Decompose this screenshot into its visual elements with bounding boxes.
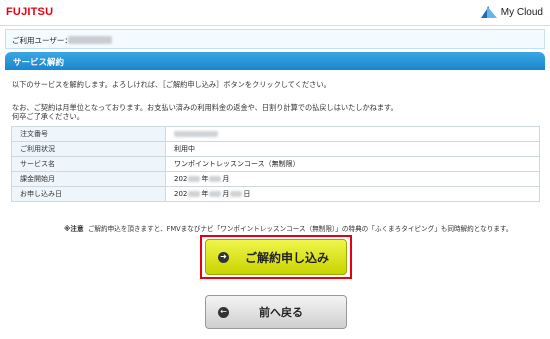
apply-year-unit: 年 [201, 190, 209, 198]
status-label: ご利用状況 [11, 141, 166, 157]
billing-start-label: 課金開始月 [11, 171, 166, 187]
user-bar: ご利用ユーザー： [5, 29, 545, 49]
my-cloud-icon [480, 6, 497, 18]
section-title: サービス解約 [13, 58, 65, 68]
back-button-label: 前へ戻る [259, 306, 303, 319]
arrow-right-icon: ➜ [218, 251, 229, 263]
apply-button-label: ご解約申し込み [245, 250, 330, 265]
billing-start-month-unit: 月 [222, 175, 230, 183]
user-label: ご利用ユーザー： [12, 36, 72, 45]
intro-line-3: 何卒ご了承ください。 [12, 112, 84, 121]
my-cloud-logo[interactable]: My Cloud [480, 6, 543, 18]
apply-year-digit-redacted [188, 191, 201, 197]
apply-date-label: お申し込み日 [11, 186, 166, 202]
table-row: お申し込み日 202 年 月 日 [11, 186, 540, 202]
cancellation-note: ※注意 ご解約申込を頂きますと、FMVまなびナビ「ワンポイントレッスンコース（無… [64, 223, 512, 233]
apply-day-redacted [230, 191, 243, 197]
billing-start-value: 202 年 月 [165, 171, 540, 187]
service-name-label: サービス名 [11, 156, 166, 172]
arrow-left-icon: ← [218, 306, 229, 318]
billing-month-redacted [209, 176, 222, 182]
billing-start-year-unit: 年 [201, 175, 209, 183]
user-name-redacted [68, 36, 112, 44]
service-name-value: ワンポイントレッスンコース（無制限） [165, 156, 540, 172]
status-value: 利用中 [165, 141, 540, 157]
billing-year-digit-redacted [188, 176, 201, 182]
section-header: サービス解約 [5, 52, 545, 70]
top-bar: FUJITSU My Cloud [0, 0, 550, 26]
subscription-details-table: 注文番号 ご利用状況 利用中 サービス名 ワンポイントレッスンコース（無制限） … [11, 126, 540, 202]
table-row: サービス名 ワンポイントレッスンコース（無制限） [11, 156, 540, 172]
note-prefix: ※注意 [64, 225, 84, 233]
table-row: 注文番号 [11, 126, 540, 142]
note-text: ご解約申込を頂きますと、FMVまなびナビ「ワンポイントレッスンコース（無制限）」… [87, 225, 513, 233]
table-row: 課金開始月 202 年 月 [11, 171, 540, 187]
apply-month-redacted [209, 191, 222, 197]
intro-line-1: 以下のサービスを解約します。よろしければ、［ご解約申し込み］ボタンをクリックして… [12, 80, 331, 89]
apply-day-unit: 日 [243, 190, 251, 198]
apply-cancellation-button[interactable]: ➜ ご解約申し込み [205, 239, 347, 275]
table-row: ご利用状況 利用中 [11, 141, 540, 157]
my-cloud-label: My Cloud [500, 6, 543, 18]
fujitsu-logo[interactable]: FUJITSU [6, 6, 53, 18]
order-number-value [165, 126, 540, 142]
back-button[interactable]: ← 前へ戻る [205, 295, 347, 329]
apply-date-value: 202 年 月 日 [165, 186, 540, 202]
order-number-redacted [174, 131, 218, 137]
apply-month-unit: 月 [222, 190, 230, 198]
billing-start-year: 202 [174, 175, 188, 183]
order-number-label: 注文番号 [11, 126, 166, 142]
apply-year: 202 [174, 190, 188, 198]
